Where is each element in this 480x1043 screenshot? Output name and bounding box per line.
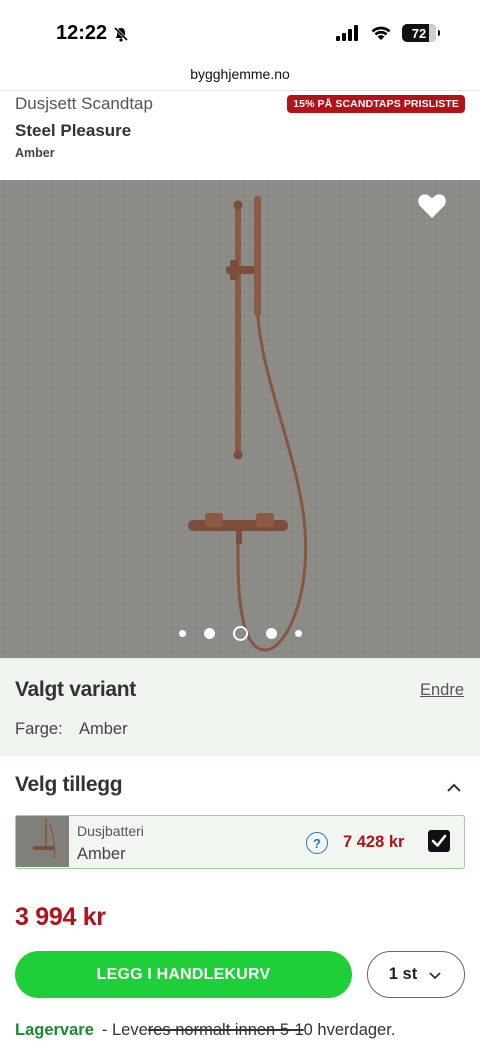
product-title: Steel Pleasure bbox=[15, 121, 132, 140]
add-to-cart-button[interactable]: LEGG I HANDLEKURV bbox=[15, 951, 352, 998]
product-category: Dusjsett Scandtap bbox=[15, 94, 153, 113]
addons-header[interactable]: Velg tillegg bbox=[0, 756, 480, 812]
pagination-dot[interactable] bbox=[178, 630, 186, 637]
quantity-select[interactable]: 1 st bbox=[367, 951, 465, 998]
product-header: Dusjsett Scandtap 15% PÅ SCANDTAPS PRISL… bbox=[15, 92, 465, 178]
addon-checkbox[interactable] bbox=[428, 830, 450, 852]
color-label: Farge: bbox=[15, 720, 63, 738]
wifi-icon bbox=[371, 26, 391, 40]
addon-thumbnail bbox=[16, 816, 69, 867]
status-icons: 72 bbox=[336, 24, 440, 42]
delivery-struck: res normalt innen 5-1 bbox=[147, 1021, 304, 1039]
address-bar[interactable]: bygghjemme.no bbox=[0, 66, 480, 82]
stock-status: Lagervare bbox=[15, 1021, 94, 1039]
divider bbox=[0, 90, 480, 91]
product-image-gallery[interactable] bbox=[0, 180, 480, 658]
favorite-heart-icon[interactable] bbox=[416, 190, 448, 222]
image-pagination[interactable] bbox=[0, 626, 480, 641]
silent-mode-icon bbox=[114, 26, 129, 42]
shower-set-image bbox=[0, 180, 480, 658]
color-value: Amber bbox=[79, 720, 128, 738]
variant-section-title: Valgt variant bbox=[15, 678, 136, 701]
info-icon[interactable]: ? bbox=[306, 832, 328, 854]
cellular-signal-icon bbox=[336, 25, 358, 41]
quantity-value: 1 st bbox=[388, 965, 418, 983]
product-variant: Amber bbox=[15, 146, 55, 160]
chevron-up-icon[interactable] bbox=[442, 776, 466, 800]
addon-variant: Amber bbox=[77, 845, 126, 863]
addon-item[interactable]: Dusjbatteri Amber ? 7 428 kr bbox=[15, 815, 465, 869]
delivery-prefix: - Leve bbox=[101, 1021, 148, 1039]
battery-icon: 72 bbox=[402, 24, 440, 42]
delivery-suffix: 0 hverdager. bbox=[303, 1021, 396, 1039]
pagination-dot[interactable] bbox=[294, 630, 302, 637]
battery-level: 72 bbox=[411, 25, 427, 41]
change-variant-link[interactable]: Endre bbox=[420, 681, 464, 700]
product-price: 3 994 kr bbox=[15, 903, 106, 931]
pagination-dot[interactable] bbox=[232, 626, 248, 641]
checkmark-icon bbox=[431, 834, 447, 847]
chevron-down-icon bbox=[429, 971, 441, 979]
addon-category: Dusjbatteri bbox=[77, 823, 144, 839]
clock: 12:22 bbox=[56, 22, 108, 44]
addon-price: 7 428 kr bbox=[343, 833, 405, 851]
pagination-dot[interactable] bbox=[203, 628, 215, 639]
pagination-dot[interactable] bbox=[265, 628, 277, 639]
promo-badge: 15% PÅ SCANDTAPS PRISLISTE bbox=[287, 95, 465, 113]
stock-info: Lagervare - Leveres normalt innen 5-10 hv… bbox=[15, 1021, 395, 1040]
selected-variant-section: Valgt variant Endre Farge: Amber bbox=[0, 658, 480, 756]
status-bar: 12:22 72 bbox=[0, 0, 480, 62]
addons-title: Velg tillegg bbox=[15, 773, 123, 796]
status-time: 12:22 bbox=[56, 22, 129, 45]
